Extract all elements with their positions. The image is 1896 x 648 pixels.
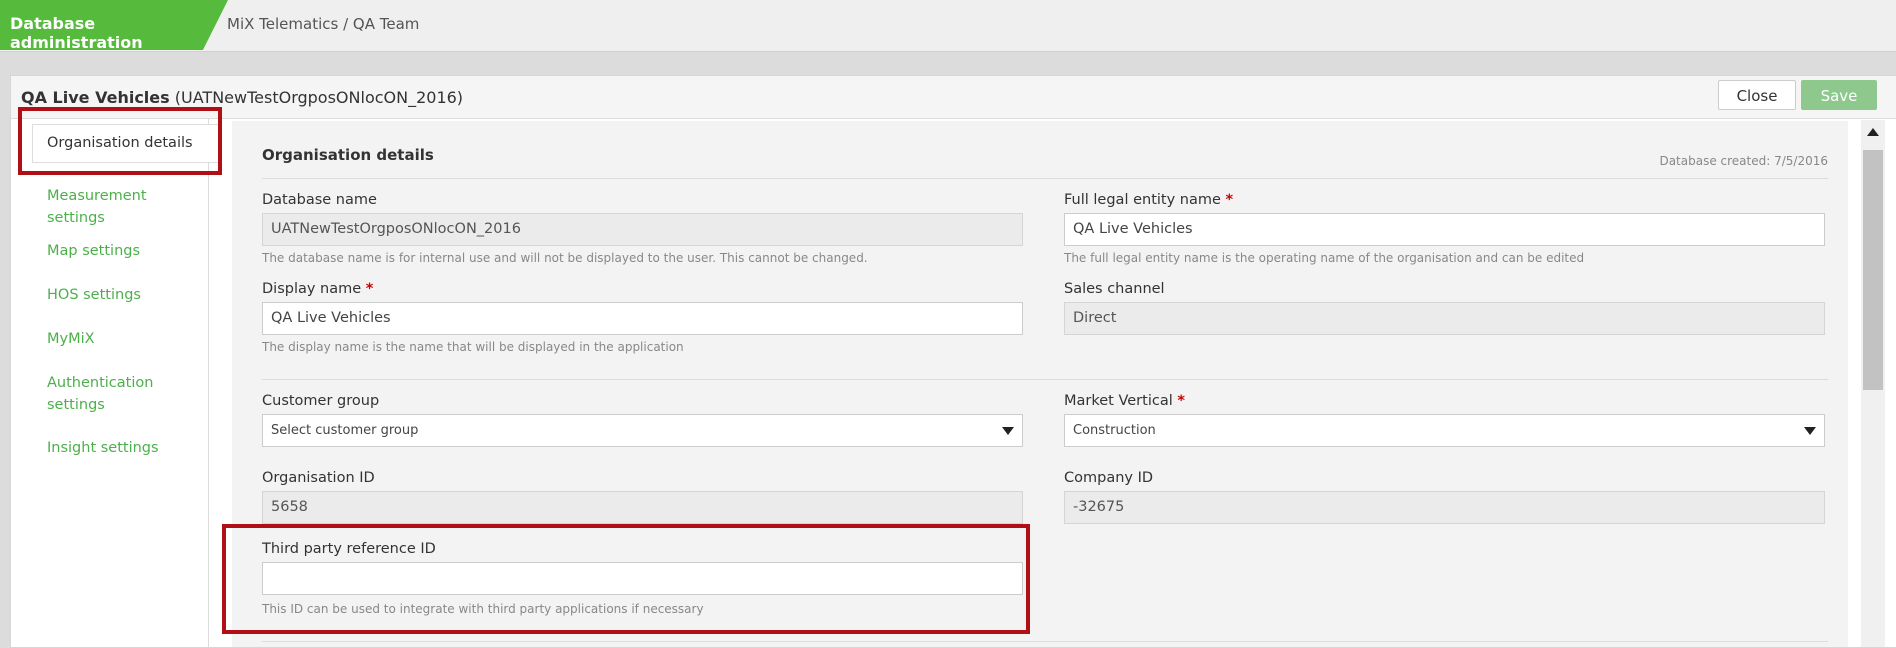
section-title: Organisation details: [262, 146, 434, 164]
database-name-field: UATNewTestOrgposONlocON_2016: [262, 213, 1023, 246]
organisation-id-field: 5658: [262, 491, 1023, 524]
dropdown-arrow-icon: [1002, 427, 1014, 435]
display-name-hint: The display name is the name that will b…: [262, 340, 684, 354]
breadcrumb[interactable]: MiX Telematics / QA Team: [227, 15, 419, 33]
scroll-thumb[interactable]: [1863, 150, 1883, 390]
page-title-database: (UATNewTestOrgposONlocON_2016): [174, 88, 464, 107]
vertical-scrollbar[interactable]: [1861, 120, 1885, 647]
highlight-box-third-party-id: [222, 524, 1030, 634]
panel-header: QA Live Vehicles (UATNewTestOrgposONlocO…: [11, 76, 1896, 119]
required-marker: *: [1225, 192, 1234, 208]
market-vertical-label: Market Vertical *: [1064, 393, 1185, 409]
database-created-date: Database created: 7/5/2016: [1659, 154, 1828, 168]
sidebar-item-map-settings[interactable]: Map settings: [47, 240, 177, 262]
page-title-name: QA Live Vehicles: [21, 88, 170, 107]
customer-group-selected: Select customer group: [271, 423, 419, 438]
customer-group-select[interactable]: Select customer group: [262, 414, 1023, 447]
top-bar: Database administration MiX Telematics /…: [0, 0, 1896, 52]
page-title: QA Live Vehicles (UATNewTestOrgposONlocO…: [21, 88, 463, 107]
sales-channel-field: Direct: [1064, 302, 1825, 335]
display-name-input[interactable]: QA Live Vehicles: [262, 302, 1023, 335]
organisation-id-label: Organisation ID: [262, 470, 375, 486]
app-brand[interactable]: Database administration: [0, 0, 228, 50]
legal-name-input[interactable]: QA Live Vehicles: [1064, 213, 1825, 246]
database-name-label: Database name: [262, 192, 377, 208]
required-marker: *: [365, 281, 374, 297]
app-title: Database administration: [10, 14, 143, 52]
legal-name-label-text: Full legal entity name: [1064, 192, 1221, 208]
section-divider: [262, 178, 1828, 179]
company-id-field: -32675: [1064, 491, 1825, 524]
dropdown-arrow-icon: [1804, 427, 1816, 435]
sidebar-item-mymix[interactable]: MyMiX: [47, 328, 177, 350]
save-button[interactable]: Save: [1801, 80, 1877, 110]
database-name-hint: The database name is for internal use an…: [262, 251, 868, 265]
scroll-up-arrow-icon[interactable]: [1867, 128, 1879, 136]
display-name-label-text: Display name: [262, 281, 362, 297]
market-vertical-label-text: Market Vertical: [1064, 393, 1173, 409]
legal-name-label: Full legal entity name *: [1064, 192, 1233, 208]
sidebar-item-insight-settings[interactable]: Insight settings: [47, 437, 177, 459]
company-id-label: Company ID: [1064, 470, 1154, 486]
sidebar-item-measurement-settings[interactable]: Measurement settings: [47, 185, 177, 229]
close-button[interactable]: Close: [1718, 80, 1796, 110]
legal-name-hint: The full legal entity name is the operat…: [1064, 251, 1585, 265]
section-divider: [262, 379, 1828, 380]
required-marker: *: [1177, 393, 1185, 409]
highlight-box-organisation-details: [18, 107, 222, 175]
sales-channel-label: Sales channel: [1064, 281, 1165, 297]
section-divider: [262, 641, 1828, 642]
market-vertical-select[interactable]: Construction: [1064, 414, 1825, 447]
customer-group-label: Customer group: [262, 393, 380, 409]
sidebar-item-authentication-settings[interactable]: Authentication settings: [47, 372, 177, 416]
market-vertical-selected: Construction: [1073, 423, 1156, 438]
sidebar-item-hos-settings[interactable]: HOS settings: [47, 284, 177, 306]
display-name-label: Display name *: [262, 281, 373, 297]
